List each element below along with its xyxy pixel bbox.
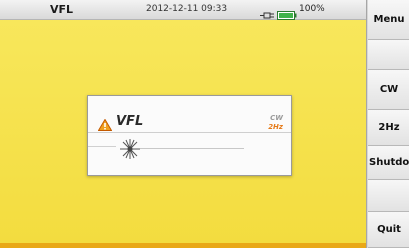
dialog-frequency: 2Hz — [268, 123, 283, 131]
vfl-dialog: VFL CW 2Hz — [87, 95, 292, 176]
status-title: VFL — [50, 3, 74, 16]
dialog-header: VFL CW 2Hz — [88, 96, 291, 133]
dialog-title: VFL — [116, 114, 144, 129]
battery-icon — [277, 5, 297, 24]
main-display: VFL 2012-12-11 09:33 100% VFL CW 2Hz — [0, 0, 366, 248]
blank-softkey-2[interactable] — [368, 180, 409, 212]
laser-icon — [119, 138, 141, 164]
2hz-button[interactable]: 2Hz — [368, 110, 409, 146]
bottom-strip — [0, 243, 366, 248]
blank-softkey-1[interactable] — [368, 40, 409, 70]
divider — [88, 146, 116, 147]
warning-icon — [97, 116, 113, 135]
softkey-sidebar: Menu CW 2Hz Shutdown Quit — [366, 0, 409, 248]
shutdown-button[interactable]: Shutdown — [368, 146, 409, 180]
plug-icon — [260, 5, 274, 24]
cw-button[interactable]: CW — [368, 70, 409, 110]
status-datetime: 2012-12-11 09:33 — [146, 4, 228, 14]
laser-beam-line — [140, 148, 244, 149]
battery-level: 100% — [299, 4, 325, 14]
quit-button[interactable]: Quit — [368, 212, 409, 248]
menu-button[interactable]: Menu — [368, 0, 409, 40]
dialog-mode: CW — [270, 114, 283, 122]
status-bar: VFL 2012-12-11 09:33 100% — [0, 0, 366, 20]
